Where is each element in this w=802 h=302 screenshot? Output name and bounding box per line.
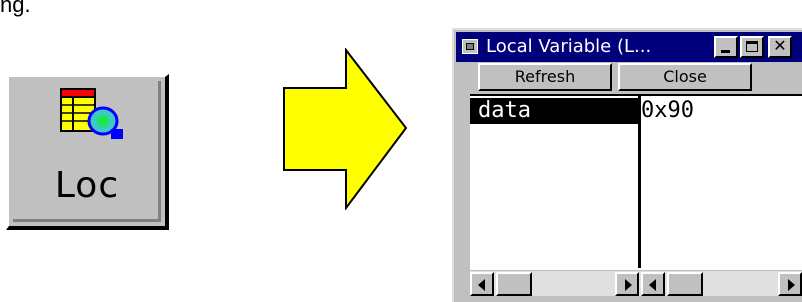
close-button[interactable]: Close [618,63,752,91]
close-window-button[interactable]: ✕ [768,36,792,58]
scroll-left-button[interactable] [470,272,494,296]
scroll-right-icon [788,279,795,291]
window-menu-icon[interactable] [462,39,478,54]
scroll-left-button[interactable] [641,272,665,296]
maximize-button[interactable] [740,36,764,58]
close-icon: ✕ [773,38,787,55]
variable-list: data 0x90 [470,94,802,296]
arrow-right-icon [283,48,408,210]
value-column: 0x90 [641,96,802,268]
window-title: Local Variable (L... [486,36,652,57]
title-bar[interactable]: Local Variable (L... ✕ [456,32,802,62]
name-column-scrollbar[interactable] [470,270,641,296]
scroll-left-icon [649,279,656,291]
scroll-thumb[interactable] [496,272,532,296]
loc-button-label: Loc [54,165,120,206]
refresh-button[interactable]: Refresh [478,63,612,91]
scroll-thumb[interactable] [667,272,703,296]
local-variable-window: Local Variable (L... ✕ Refresh Close dat… [452,28,802,302]
variable-value[interactable]: 0x90 [641,98,694,124]
scroll-left-icon [478,279,485,291]
scroll-right-button[interactable] [615,272,639,296]
minimize-button[interactable] [714,36,738,58]
scroll-right-button[interactable] [778,272,802,296]
local-variable-icon [60,88,123,139]
caption-fragment: ng. [0,0,31,17]
loc-toolbar-button[interactable]: Loc [6,74,169,230]
name-column: data [470,96,641,268]
scroll-right-icon [625,279,632,291]
variable-name[interactable]: data [470,98,638,124]
value-column-scrollbar[interactable] [641,270,802,296]
